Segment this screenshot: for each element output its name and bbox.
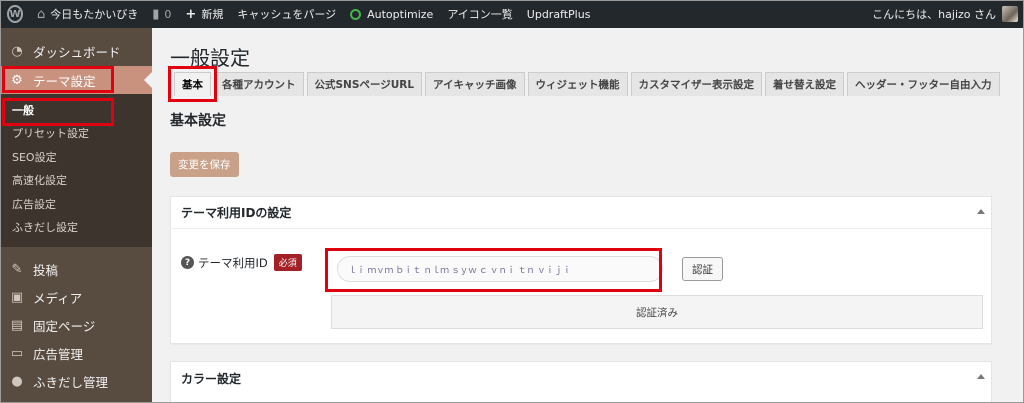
submenu-ads[interactable]: 広告設定 (0, 192, 152, 216)
menu-posts-label: 投稿 (33, 262, 59, 278)
icon-list-menu[interactable]: アイコン一覧 (440, 0, 519, 28)
media-icon: ▣ (10, 289, 24, 305)
tab-basic[interactable]: 基本 (174, 72, 211, 96)
page-title: 一般設定 (170, 46, 250, 70)
tab-sns-urls[interactable]: 公式SNSページURL (306, 72, 423, 96)
plus-icon: + (185, 6, 197, 22)
updraftplus-label: UpdraftPlus (526, 7, 591, 21)
menu-ad-management[interactable]: ▭ 広告管理 (0, 339, 152, 367)
menu-posts[interactable]: ✎ 投稿 (0, 255, 152, 283)
required-badge: 必須 (273, 254, 302, 271)
menu-dashboard-label: ダッシュボード (33, 44, 121, 60)
auth-status: 認証済み (331, 295, 983, 329)
authenticate-button[interactable]: 認証 (682, 257, 723, 281)
menu-theme-settings[interactable]: ⚙ テーマ設定 (0, 66, 152, 94)
status-ring-icon (350, 8, 362, 20)
tab-eyecatch[interactable]: アイキャッチ画像 (425, 72, 525, 96)
my-account-menu[interactable]: こんにちは、hajizo さん (872, 6, 1024, 22)
tab-accounts[interactable]: 各種アカウント (214, 72, 304, 96)
menu-theme-settings-label: テーマ設定 (33, 73, 96, 89)
home-icon: ⌂ (37, 6, 46, 22)
collapse-arrow-icon[interactable] (977, 374, 985, 379)
icon-list-label: アイコン一覧 (447, 8, 513, 21)
speech-bubble-icon: ● (11, 373, 23, 389)
collapse-arrow-icon[interactable] (977, 209, 985, 214)
theme-id-panel-header[interactable]: テーマ利用IDの設定 (171, 197, 991, 229)
save-changes-button[interactable]: 変更を保存 (170, 152, 239, 177)
theme-id-panel-title: テーマ利用IDの設定 (181, 206, 292, 220)
dashboard-icon: ◔ (11, 43, 23, 59)
submenu-preset[interactable]: プリセット設定 (0, 122, 152, 146)
current-menu-arrow (144, 72, 152, 88)
tab-customizer[interactable]: カスタマイザー表示設定 (630, 72, 762, 96)
monitor-icon: ▭ (10, 345, 24, 361)
menu-dashboard[interactable]: ◔ ダッシュボード (0, 37, 152, 65)
color-panel-title: カラー設定 (181, 371, 242, 386)
theme-id-panel: テーマ利用IDの設定 ? テーマ利用ID 必須 ｌｉ ｍｖｍ ｂｉｔ ｎｌｍ ｓ… (170, 196, 992, 344)
site-name-menu[interactable]: ⌂ 今日もたかいびき (30, 0, 145, 28)
new-content-menu[interactable]: + 新規 (178, 0, 230, 28)
settings-tabs: 基本 各種アカウント 公式SNSページURL アイキャッチ画像 ウィジェット機能… (174, 72, 1003, 96)
submenu-general[interactable]: 一般 (0, 98, 152, 122)
purge-cache-menu[interactable]: キャッシュをパージ (230, 0, 343, 28)
tab-header-footer[interactable]: ヘッダー・フッター自由入力 (847, 72, 1000, 96)
section-heading: 基本設定 (170, 113, 226, 129)
menu-pages-label: 固定ページ (33, 318, 96, 334)
wordpress-icon: W (7, 5, 23, 23)
color-panel-header[interactable]: カラー設定 (171, 362, 991, 394)
menu-balloon-management-label: ふきだし管理 (33, 374, 109, 390)
help-icon[interactable]: ? (181, 256, 194, 269)
tab-skin[interactable]: 着せ替え設定 (765, 72, 844, 96)
menu-media[interactable]: ▣ メディア (0, 283, 152, 311)
greeting: こんにちは、hajizo さん (872, 8, 996, 21)
theme-id-input[interactable]: ｌｉ ｍｖｍ ｂｉｔ ｎｌｍ ｓｙｗ ｃ ｖｎｉ ｔｎ ｖｉｊｉ (337, 256, 663, 282)
submenu-speed[interactable]: 高速化設定 (0, 169, 152, 193)
menu-media-label: メディア (33, 290, 83, 306)
tab-widgets[interactable]: ウィジェット機能 (527, 72, 628, 96)
comment-icon: ▮ (152, 6, 160, 22)
site-name: 今日もたかいびき (50, 8, 139, 21)
autoptimize-menu[interactable]: Autoptimize (343, 0, 440, 28)
menu-pages[interactable]: ▤ 固定ページ (0, 311, 152, 339)
comments-count: 0 (164, 7, 172, 21)
page-icon: ▤ (10, 317, 24, 333)
gear-icon: ⚙ (11, 72, 23, 88)
theme-id-label-row: ? テーマ利用ID 必須 (181, 254, 302, 271)
avatar (1002, 6, 1018, 22)
submenu-balloon[interactable]: ふきだし設定 (0, 216, 152, 240)
wordpress-logo-menu[interactable]: W (0, 0, 30, 28)
admin-sidebar: ◔ ダッシュボード ⚙ テーマ設定 一般 プリセット設定 SEO設定 高速化設定… (0, 28, 152, 403)
theme-id-label: テーマ利用ID (198, 255, 268, 270)
theme-settings-submenu: 一般 プリセット設定 SEO設定 高速化設定 広告設定 ふきだし設定 (0, 94, 152, 247)
autoptimize-label: Autoptimize (367, 7, 434, 21)
purge-cache-label: キャッシュをパージ (237, 8, 337, 21)
color-settings-panel: カラー設定 (170, 361, 992, 403)
menu-balloon-management[interactable]: ● ふきだし管理 (0, 367, 152, 395)
menu-ad-management-label: 広告管理 (33, 346, 84, 362)
admin-bar: W ⌂ 今日もたかいびき ▮ 0 + 新規 キャッシュをパージ Autoptim… (0, 0, 1024, 28)
updraftplus-menu[interactable]: UpdraftPlus (520, 0, 598, 28)
submenu-seo[interactable]: SEO設定 (0, 145, 152, 169)
new-label: 新規 (201, 8, 224, 21)
main-content: 一般設定 基本 各種アカウント 公式SNSページURL アイキャッチ画像 ウィジ… (152, 28, 1024, 403)
pin-icon: ✎ (11, 261, 23, 277)
comments-menu[interactable]: ▮ 0 (145, 0, 178, 28)
